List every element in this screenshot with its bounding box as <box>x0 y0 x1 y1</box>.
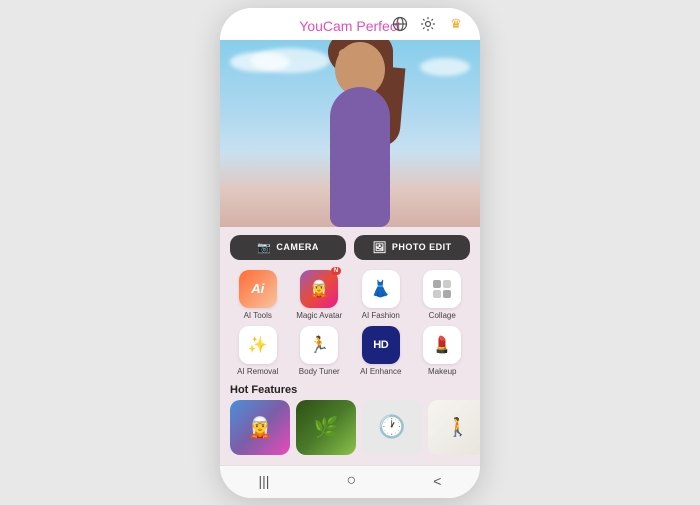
camera-button[interactable]: 📷 CAMERA <box>230 235 346 260</box>
hot-card-2[interactable]: 🌿 <box>296 400 356 455</box>
camera-button-label: CAMERA <box>276 242 319 252</box>
app-title: YouCam Perfect <box>299 18 400 34</box>
ai-removal-icon-box: ✨ <box>239 326 277 364</box>
app-background: YouCam Perfect ♛ <box>0 0 700 505</box>
tool-ai-removal[interactable]: ✨ AI Removal <box>230 326 286 376</box>
bottom-nav: ||| ○ < <box>220 465 480 498</box>
collage-icon-box <box>423 270 461 308</box>
person-figure <box>310 47 410 227</box>
ai-tools-icon: Ai <box>251 281 264 296</box>
hero-section <box>220 40 480 227</box>
ai-enhance-label: AI Enhance <box>360 367 401 376</box>
clock-icon: 🕐 <box>378 414 405 440</box>
bottom-panel: 📷 CAMERA 🖼 PHOTO EDIT Ai AI Tools <box>220 227 480 465</box>
tool-ai-fashion[interactable]: 👗 AI Fashion <box>353 270 409 320</box>
magic-avatar-badge: N <box>331 267 341 275</box>
top-bar: YouCam Perfect ♛ <box>220 8 480 40</box>
tool-magic-avatar[interactable]: 🧝 N Magic Avatar <box>292 270 348 320</box>
globe-icon[interactable] <box>390 14 410 34</box>
ai-tools-icon-box: Ai <box>239 270 277 308</box>
ai-fashion-icon: 👗 <box>371 279 391 299</box>
top-icons-container: ♛ <box>390 14 466 34</box>
nav-home-icon[interactable]: ○ <box>347 472 357 490</box>
ai-enhance-icon: HD <box>373 339 388 351</box>
hot-features-scroll: 🧝 🌿 🕐 🚶 🎩 <box>220 400 480 461</box>
crown-icon[interactable]: ♛ <box>446 14 466 34</box>
collage-icon <box>432 279 452 299</box>
makeup-icon: 💄 <box>432 335 452 355</box>
photo-edit-button-icon: 🖼 <box>372 241 386 254</box>
hot-card-4[interactable]: 🚶 <box>428 400 480 455</box>
hero-background <box>220 40 480 227</box>
ai-enhance-icon-box: HD <box>362 326 400 364</box>
nav-back-icon[interactable]: < <box>433 473 441 489</box>
ai-fashion-label: AI Fashion <box>362 311 400 320</box>
tool-body-tuner[interactable]: 🏃 Body Tuner <box>292 326 348 376</box>
magic-avatar-icon-box: 🧝 N <box>300 270 338 308</box>
tool-collage[interactable]: Collage <box>415 270 471 320</box>
makeup-icon-box: 💄 <box>423 326 461 364</box>
nav-menu-icon[interactable]: ||| <box>259 473 270 489</box>
camera-button-icon: 📷 <box>257 241 271 254</box>
tool-makeup[interactable]: 💄 Makeup <box>415 326 471 376</box>
photo-edit-button-label: PHOTO EDIT <box>392 242 452 252</box>
magic-avatar-icon: 🧝 <box>309 279 329 299</box>
body-tuner-icon-box: 🏃 <box>300 326 338 364</box>
hot-card-3[interactable]: 🕐 <box>362 400 422 455</box>
magic-avatar-label: Magic Avatar <box>296 311 342 320</box>
collage-label: Collage <box>429 311 456 320</box>
mode-buttons-container: 📷 CAMERA 🖼 PHOTO EDIT <box>220 227 480 266</box>
tool-ai-enhance[interactable]: HD AI Enhance <box>353 326 409 376</box>
photo-edit-button[interactable]: 🖼 PHOTO EDIT <box>354 235 470 260</box>
hot-features-title: Hot Features <box>220 380 480 400</box>
body-tuner-label: Body Tuner <box>299 367 340 376</box>
body-tuner-icon: 🏃 <box>309 335 329 355</box>
tools-grid: Ai AI Tools 🧝 N Magic Avatar 👗 <box>220 266 480 380</box>
ai-removal-label: AI Removal <box>237 367 278 376</box>
hot-card-1[interactable]: 🧝 <box>230 400 290 455</box>
app-title-youcam: YouCam <box>299 18 352 34</box>
makeup-label: Makeup <box>428 367 456 376</box>
tool-ai-tools[interactable]: Ai AI Tools <box>230 270 286 320</box>
ai-fashion-icon-box: 👗 <box>362 270 400 308</box>
phone-frame: YouCam Perfect ♛ <box>220 8 480 498</box>
ai-tools-label: AI Tools <box>244 311 272 320</box>
settings-icon[interactable] <box>418 14 438 34</box>
ai-removal-icon: ✨ <box>248 335 268 355</box>
